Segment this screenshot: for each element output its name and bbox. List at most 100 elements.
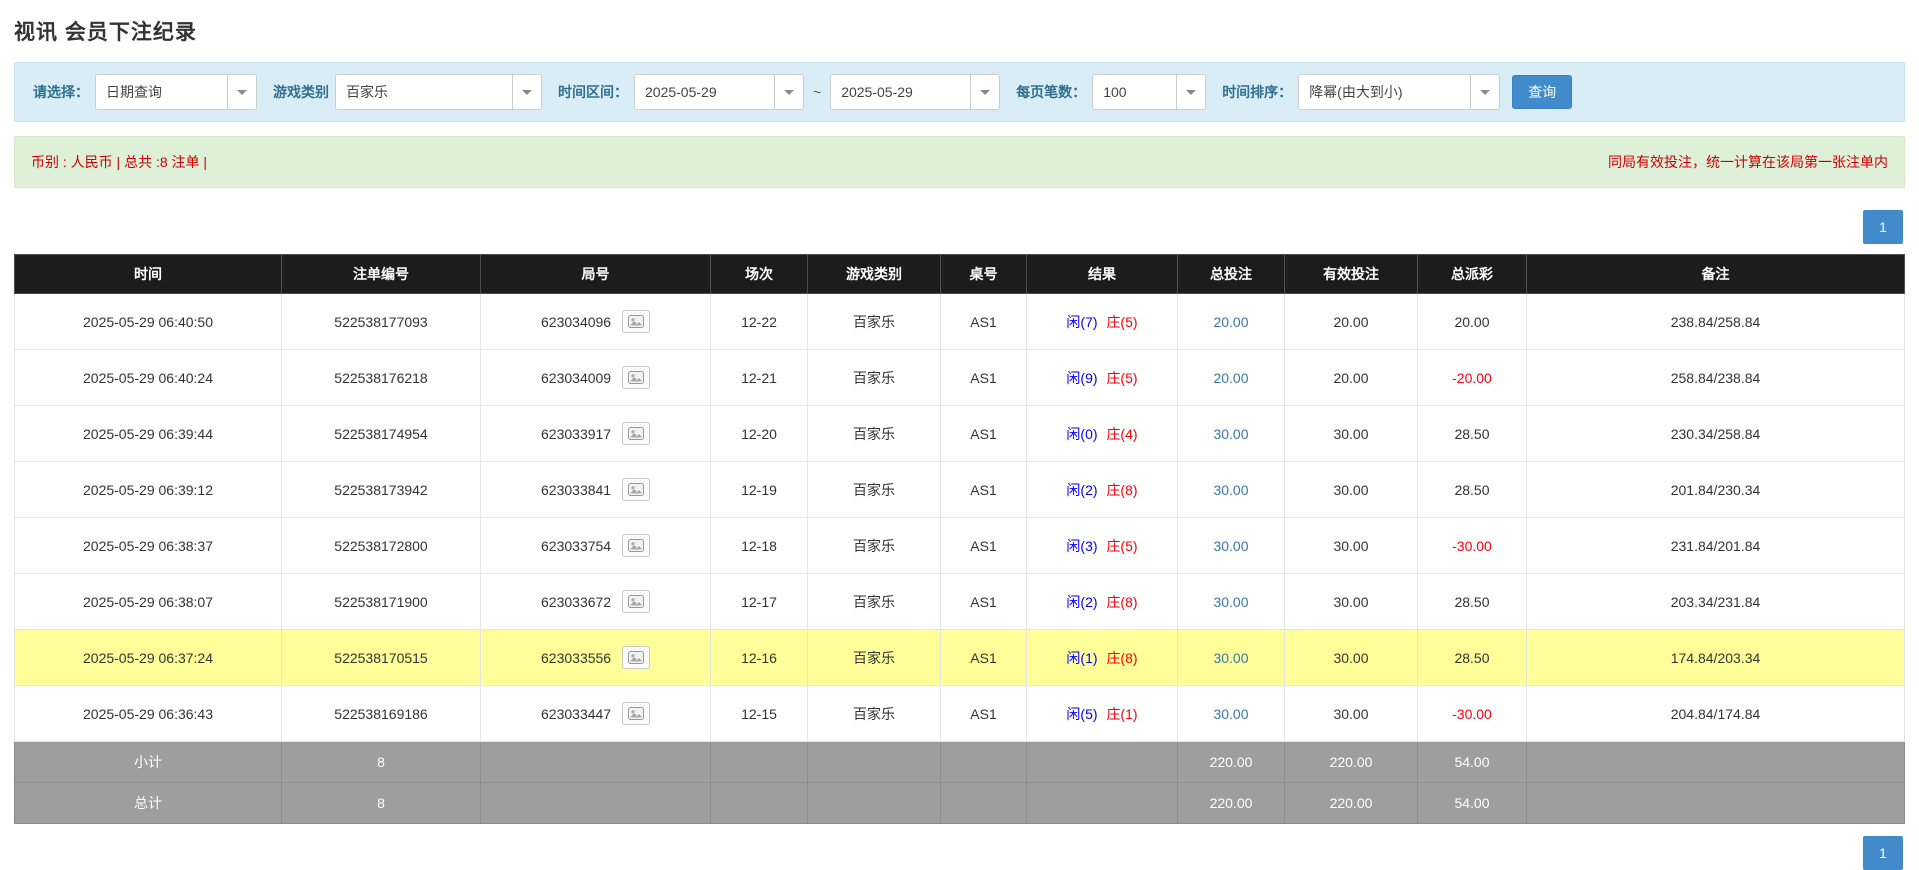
round-result-button[interactable] [622,702,650,725]
table-row[interactable]: 2025-05-29 06:38:07 522538171900 6230336… [15,574,1905,630]
cell-session: 12-19 [711,462,808,518]
caret-down-icon[interactable] [227,75,256,109]
cell-total-bet: 30.00 [1178,686,1285,742]
round-result-button[interactable] [622,422,650,445]
cell-bet-id: 522538173942 [282,462,481,518]
picture-icon [628,371,644,384]
empty-cell [481,783,711,824]
result-player: 闲(7) [1066,314,1097,330]
cell-remark: 238.84/258.84 [1527,294,1905,350]
date-to-dropdown[interactable]: 2025-05-29 [830,74,1000,110]
cell-time: 2025-05-29 06:40:50 [15,294,282,350]
currency-total-text: 币别 : 人民币 | 总共 :8 注单 | [31,152,207,172]
result-banker: 庄(4) [1106,426,1137,442]
per-page-dropdown[interactable]: 100 [1092,74,1206,110]
cell-time: 2025-05-29 06:38:37 [15,518,282,574]
result-banker: 庄(5) [1106,314,1137,330]
date-from-dropdown[interactable]: 2025-05-29 [634,74,804,110]
result-player: 闲(5) [1066,706,1097,722]
cell-valid-bet: 30.00 [1285,406,1418,462]
cell-valid-bet: 30.00 [1285,630,1418,686]
cell-bet-id: 522538169186 [282,686,481,742]
round-result-button[interactable] [622,590,650,613]
subtotal-label: 小计 [15,742,282,783]
cell-table-no: AS1 [941,686,1027,742]
cell-total-bet: 30.00 [1178,462,1285,518]
total-bet-link[interactable]: 20.00 [1213,370,1248,386]
table-row[interactable]: 2025-05-29 06:39:44 522538174954 6230339… [15,406,1905,462]
cell-table-no: AS1 [941,350,1027,406]
caret-down-icon[interactable] [512,75,541,109]
empty-cell [941,742,1027,783]
caret-down-icon[interactable] [970,75,999,109]
cell-round-id: 623033447 [481,686,711,742]
cell-bet-id: 522538170515 [282,630,481,686]
header-remark: 备注 [1527,255,1905,294]
round-result-button[interactable] [622,310,650,333]
cell-remark: 231.84/201.84 [1527,518,1905,574]
cell-session: 12-22 [711,294,808,350]
page-button-1[interactable]: 1 [1863,836,1903,870]
cell-time: 2025-05-29 06:40:24 [15,350,282,406]
cell-round-id: 623033754 [481,518,711,574]
cell-time: 2025-05-29 06:38:07 [15,574,282,630]
total-bet-link[interactable]: 30.00 [1213,482,1248,498]
payout-value: -30.00 [1452,706,1492,722]
caret-down-icon[interactable] [1176,75,1205,109]
total-bet-link[interactable]: 30.00 [1213,426,1248,442]
cell-bet-id: 522538171900 [282,574,481,630]
bet-records-table: 时间 注单编号 局号 场次 游戏类别 桌号 结果 总投注 有效投注 总派彩 备注… [14,254,1905,824]
total-bet-link[interactable]: 30.00 [1213,594,1248,610]
payout-value: 28.50 [1454,650,1489,666]
cell-time: 2025-05-29 06:39:12 [15,462,282,518]
table-row[interactable]: 2025-05-29 06:40:50 522538177093 6230340… [15,294,1905,350]
cell-total-bet: 20.00 [1178,350,1285,406]
total-bet-link[interactable]: 30.00 [1213,650,1248,666]
result-player: 闲(2) [1066,594,1097,610]
search-button[interactable]: 查询 [1512,75,1572,109]
round-result-button[interactable] [622,534,650,557]
table-row[interactable]: 2025-05-29 06:40:24 522538176218 6230340… [15,350,1905,406]
cell-payout: 28.50 [1418,574,1527,630]
caret-down-icon[interactable] [1470,75,1499,109]
cell-remark: 230.34/258.84 [1527,406,1905,462]
cell-result: 闲(5) 庄(1) [1027,686,1178,742]
total-bet-link[interactable]: 30.00 [1213,538,1248,554]
round-result-button[interactable] [622,646,650,669]
result-player: 闲(9) [1066,370,1097,386]
picture-icon [628,651,644,664]
page-title: 视讯 会员下注纪录 [14,16,1905,46]
table-row[interactable]: 2025-05-29 06:39:12 522538173942 6230338… [15,462,1905,518]
note-text: 同局有效投注，统一计算在该局第一张注单内 [1608,152,1888,172]
empty-cell [808,742,941,783]
round-result-button[interactable] [622,366,650,389]
picture-icon [628,483,644,496]
round-number: 623033917 [541,426,611,442]
sort-order-dropdown[interactable]: 降幂(由大到小) [1298,74,1500,110]
game-type-dropdown[interactable]: 百家乐 [335,74,542,110]
cell-total-bet: 30.00 [1178,518,1285,574]
cell-time: 2025-05-29 06:36:43 [15,686,282,742]
caret-down-icon[interactable] [774,75,803,109]
cell-result: 闲(7) 庄(5) [1027,294,1178,350]
cell-valid-bet: 30.00 [1285,518,1418,574]
sort-order-value: 降幂(由大到小) [1299,75,1470,109]
result-banker: 庄(1) [1106,706,1137,722]
total-bet-link[interactable]: 30.00 [1213,706,1248,722]
cell-game-type: 百家乐 [808,406,941,462]
total-bet-link[interactable]: 20.00 [1213,314,1248,330]
page-button-1[interactable]: 1 [1863,210,1903,244]
round-number: 623034096 [541,314,611,330]
round-number: 623033841 [541,482,611,498]
empty-cell [1027,783,1178,824]
table-row[interactable]: 2025-05-29 06:38:37 522538172800 6230337… [15,518,1905,574]
page: 视讯 会员下注纪录 请选择： 日期查询 游戏类别 百家乐 时间区间： 2025-… [0,0,1919,870]
cell-game-type: 百家乐 [808,350,941,406]
query-type-dropdown[interactable]: 日期查询 [95,74,257,110]
payout-value: 20.00 [1454,314,1489,330]
cell-payout: 28.50 [1418,406,1527,462]
table-row[interactable]: 2025-05-29 06:37:24 522538170515 6230335… [15,630,1905,686]
round-result-button[interactable] [622,478,650,501]
table-row[interactable]: 2025-05-29 06:36:43 522538169186 6230334… [15,686,1905,742]
cell-table-no: AS1 [941,630,1027,686]
